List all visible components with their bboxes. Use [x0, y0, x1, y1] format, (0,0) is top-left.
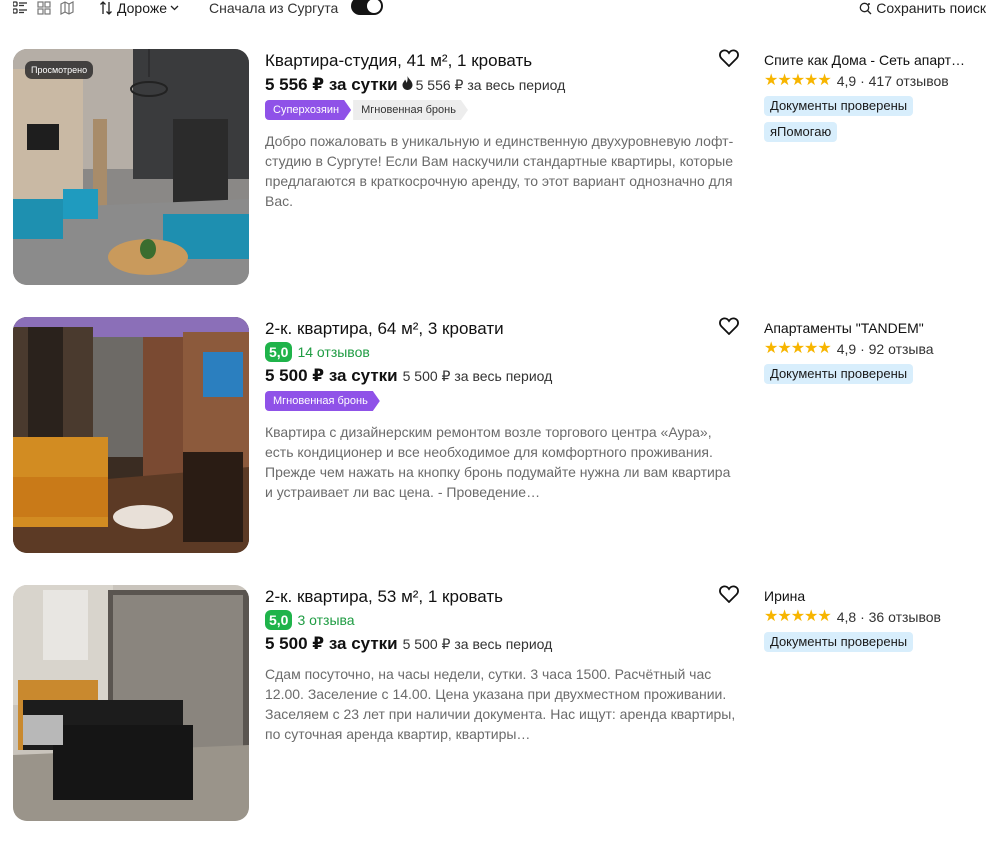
- map-view-icon[interactable]: [59, 0, 75, 16]
- listing-title[interactable]: Квартира-студия, 41 м², 1 кровать: [265, 51, 737, 71]
- price-per-day: 5 500 ₽ за сутки: [265, 634, 398, 653]
- tag-list: Мгновенная бронь: [265, 391, 737, 411]
- host-name[interactable]: Ирина: [764, 588, 984, 604]
- listing-title[interactable]: 2-к. квартира, 64 м², 3 кровати: [265, 319, 737, 339]
- save-search-button[interactable]: Сохранить поиск: [859, 0, 986, 16]
- host-block: Спите как Дома - Сеть апарт… ★ ★ ★ ★ ★ 4,9 ·…: [764, 49, 988, 145]
- documents-verified-badge: Документы проверены: [764, 364, 914, 384]
- listing-card: Просмотрено Квартира-студия, 41 м², 1 кр…: [13, 49, 988, 285]
- listing-info: 2-к. квартира, 64 м², 3 кровати 5,0 14 о…: [265, 317, 737, 502]
- host-badges: Документы проверены яПомогаю: [764, 93, 988, 145]
- heart-icon[interactable]: [719, 585, 739, 603]
- host-block: Апартаменты "TANDEM" ★ ★ ★ ★ ★ 4,9 · 92 отзы…: [764, 317, 988, 387]
- host-name[interactable]: Спите как Дома - Сеть апарт…: [764, 52, 984, 68]
- star-icon: ★ ★ ★ ★ ★: [764, 608, 832, 625]
- ya-pomogayu-badge: яПомогаю: [764, 122, 838, 142]
- save-search-icon: [859, 2, 872, 14]
- price-total: 5 500 ₽ за весь период: [402, 636, 553, 652]
- grid-view-icon[interactable]: [36, 0, 52, 16]
- price-row: 5 500 ₽ за сутки 5 500 ₽ за весь период: [265, 366, 737, 388]
- listing-photo[interactable]: [13, 317, 249, 553]
- price-total: 5 556 ₽ за весь период: [415, 77, 566, 93]
- host-name[interactable]: Апартаменты "TANDEM": [764, 320, 984, 336]
- surgut-first-toggle[interactable]: [351, 0, 383, 15]
- superhost-tag: Суперхозяин: [265, 100, 351, 120]
- listing-info: Квартира-студия, 41 м², 1 кровать 5 556 …: [265, 49, 737, 211]
- documents-verified-badge: Документы проверены: [764, 96, 914, 116]
- instant-booking-tag: Мгновенная бронь: [353, 100, 468, 120]
- surgut-first-label: Сначала из Сургута: [209, 0, 339, 16]
- listing-rating: 5,0 14 отзывов: [265, 342, 737, 362]
- listing-photo[interactable]: [13, 585, 249, 821]
- save-search-label: Сохранить поиск: [876, 0, 986, 16]
- tag-list: Суперхозяин Мгновенная бронь: [265, 100, 737, 120]
- listing-rating: 5,0 3 отзыва: [265, 610, 737, 630]
- heart-icon[interactable]: [719, 317, 739, 335]
- listing-card: 2-к. квартира, 53 м², 1 кровать 5,0 3 от…: [13, 585, 988, 821]
- reviews-link[interactable]: 3 отзыва: [297, 612, 354, 628]
- reviews-link[interactable]: 14 отзывов: [297, 344, 369, 360]
- host-rating-text: 4,9 · 92 отзыва: [836, 341, 934, 357]
- host-badges: Документы проверены: [764, 629, 988, 655]
- host-rating: ★ ★ ★ ★ ★ 4,9 · 92 отзыва: [764, 339, 988, 359]
- list-view-icon[interactable]: [12, 0, 28, 16]
- documents-verified-badge: Документы проверены: [764, 632, 914, 652]
- listing-info: 2-к. квартира, 53 м², 1 кровать 5,0 3 от…: [265, 585, 737, 744]
- host-block: Ирина ★ ★ ★ ★ ★ 4,8 · 36 отзывов Документы п…: [764, 585, 988, 655]
- listing-card: 2-к. квартира, 64 м², 3 кровати 5,0 14 о…: [13, 317, 988, 553]
- chevron-down-icon: [170, 5, 179, 11]
- listing-photo[interactable]: Просмотрено: [13, 49, 249, 285]
- listing-description: Добро пожаловать в уникальную и единстве…: [265, 133, 734, 209]
- listing-description: Сдам посуточно, на часы недели, сутки. 3…: [265, 666, 736, 742]
- listing-title[interactable]: 2-к. квартира, 53 м², 1 кровать: [265, 587, 737, 607]
- viewed-badge: Просмотрено: [25, 61, 94, 79]
- price-row: 5 500 ₽ за сутки 5 500 ₽ за весь период: [265, 634, 737, 656]
- host-rating: ★ ★ ★ ★ ★ 4,9 · 417 отзывов: [764, 71, 988, 91]
- rating-badge: 5,0: [265, 610, 293, 630]
- listing-description: Квартира с дизайнерским ремонтом возле т…: [265, 424, 731, 500]
- sort-button[interactable]: Дороже: [100, 0, 184, 16]
- instant-booking-tag: Мгновенная бронь: [265, 391, 380, 411]
- price-row: 5 556 ₽ за сутки 5 556 ₽ за весь период: [265, 75, 737, 97]
- sort-label: Дороже: [117, 0, 167, 16]
- price-total: 5 500 ₽ за весь период: [402, 368, 553, 384]
- host-rating-text: 4,8 · 36 отзывов: [836, 609, 941, 625]
- rating-badge: 5,0: [265, 342, 293, 362]
- star-icon: ★ ★ ★ ★ ★: [764, 340, 832, 357]
- price-per-day: 5 500 ₽ за сутки: [265, 366, 398, 385]
- host-rating-text: 4,9 · 417 отзывов: [836, 73, 949, 89]
- fire-icon: [402, 76, 413, 90]
- sort-icon: [100, 1, 112, 15]
- heart-icon[interactable]: [719, 49, 739, 67]
- host-badges: Документы проверены: [764, 361, 988, 387]
- star-icon: ★ ★ ★ ★ ★: [764, 72, 832, 89]
- toggle-knob: [367, 0, 381, 13]
- host-rating: ★ ★ ★ ★ ★ 4,8 · 36 отзывов: [764, 607, 988, 627]
- results-toolbar: Дороже Сначала из Сургута Сохранить поис…: [0, 0, 992, 18]
- price-per-day: 5 556 ₽ за сутки: [265, 75, 398, 94]
